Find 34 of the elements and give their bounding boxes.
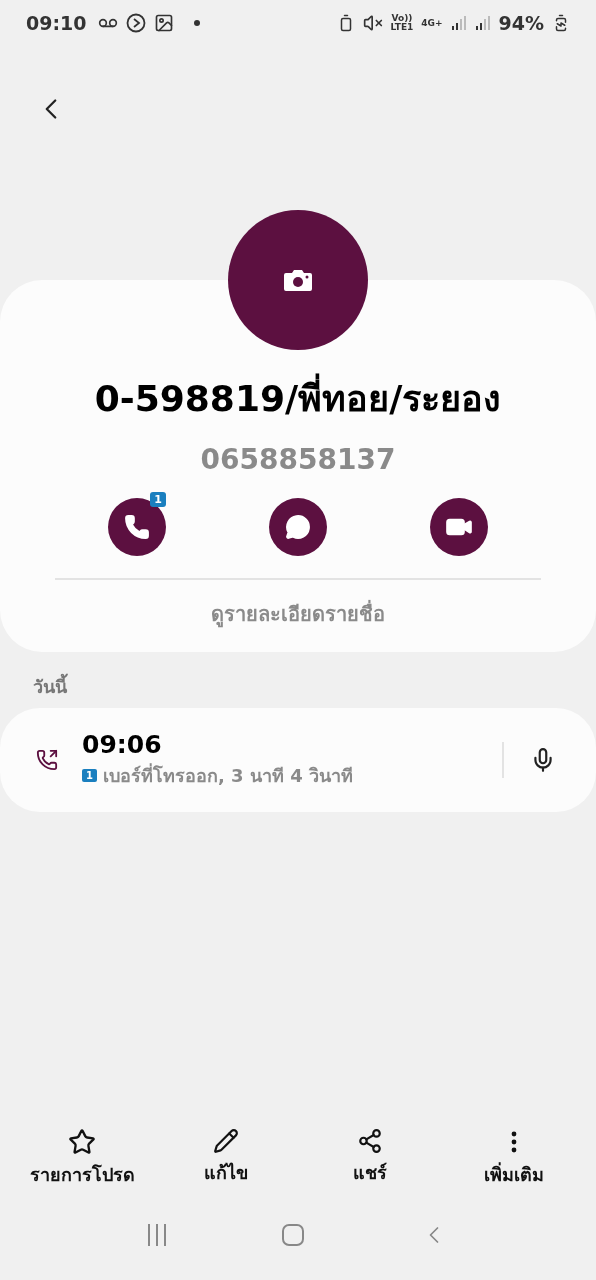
status-time: 09:10 bbox=[26, 12, 87, 34]
phone-number: 0658858137 bbox=[200, 443, 396, 476]
star-icon bbox=[68, 1128, 96, 1156]
call-detail: เบอร์ที่โทรออก, 3 นาที 4 วินาที bbox=[102, 762, 353, 788]
video-call-button[interactable] bbox=[430, 498, 488, 556]
call-log-entry[interactable]: 09:06 1 เบอร์ที่โทรออก, 3 นาที 4 วินาที bbox=[0, 708, 596, 812]
toolbar-button[interactable]: แก้ไข bbox=[156, 1127, 296, 1190]
image-icon bbox=[154, 13, 175, 33]
toolbar-button[interactable]: รายการโปรด bbox=[12, 1127, 152, 1190]
battery-percent: 94% bbox=[498, 12, 544, 34]
sim-badge: 1 bbox=[82, 769, 97, 782]
toolbar-button[interactable]: แชร์ bbox=[300, 1127, 440, 1190]
recent-apps-icon[interactable] bbox=[147, 1224, 166, 1246]
volte-label: Vo)) bbox=[391, 14, 413, 23]
mute-icon bbox=[362, 13, 383, 33]
message-button[interactable] bbox=[269, 498, 327, 556]
toolbar-button[interactable]: เพิ่มเติม bbox=[444, 1127, 584, 1190]
play-circle-icon bbox=[126, 13, 147, 33]
phone-icon bbox=[124, 514, 150, 540]
chat-bubble-icon bbox=[285, 514, 311, 540]
home-icon[interactable] bbox=[281, 1223, 305, 1247]
contact-name: 0-598819/พี่ทอย/ระยอง bbox=[94, 370, 502, 427]
outgoing-call-icon bbox=[36, 749, 58, 771]
camera-icon bbox=[283, 268, 313, 292]
sim-badge: 1 bbox=[150, 492, 166, 507]
network-label: 4G+ bbox=[421, 18, 443, 28]
signal-icon bbox=[474, 15, 491, 31]
pencil-icon bbox=[213, 1128, 239, 1154]
notification-dot bbox=[194, 20, 201, 26]
signal-icon bbox=[450, 15, 467, 31]
more-icon bbox=[511, 1131, 517, 1153]
share-icon bbox=[357, 1128, 383, 1154]
lte-label: LTE1 bbox=[390, 23, 414, 32]
call-time: 09:06 bbox=[82, 730, 163, 759]
